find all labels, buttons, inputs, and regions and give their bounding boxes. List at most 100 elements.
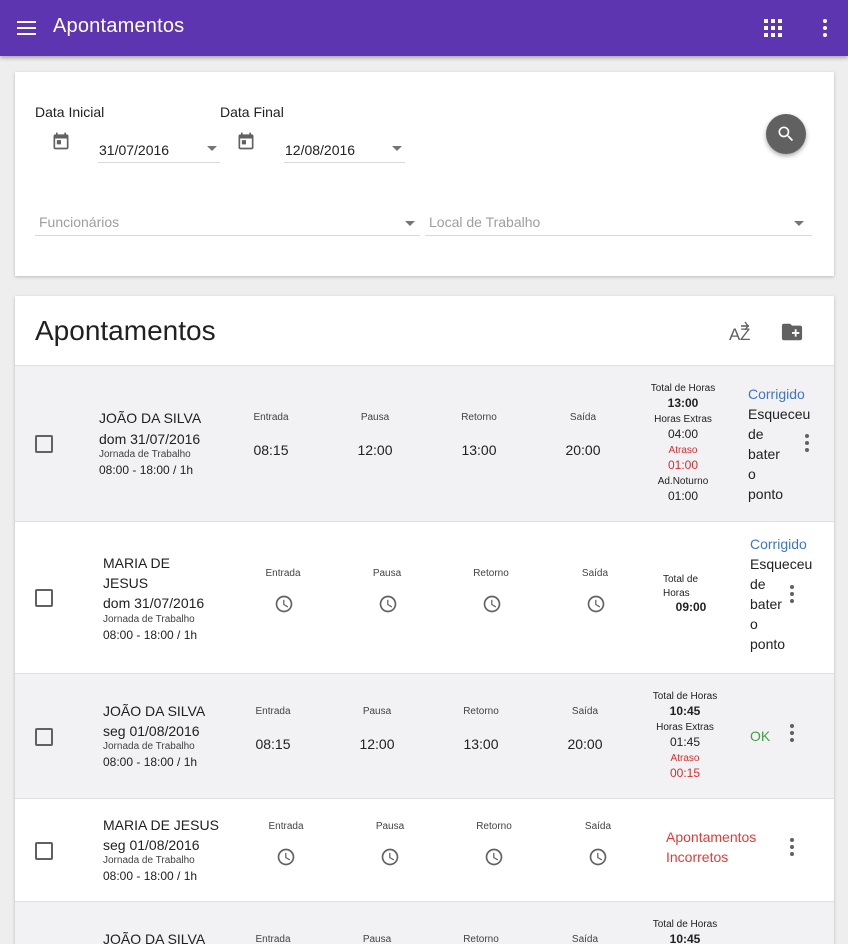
- sort-az-icon[interactable]: A Z: [728, 320, 754, 344]
- filter-card: Data Inicial 31/07/2016 Data Final 12/08…: [15, 72, 834, 276]
- status-corrected: Corrigido: [748, 386, 805, 402]
- workplace-placeholder: Local de Trabalho: [429, 214, 541, 230]
- time-entrada: 08:15: [253, 442, 289, 458]
- col-pausa: Pausa: [362, 934, 392, 944]
- table-row[interactable]: MARIA DE JESUS dom 31/07/2016 Jornada de…: [15, 522, 834, 674]
- row-menu-icon[interactable]: [801, 433, 813, 453]
- col-saida: Saída: [581, 568, 609, 579]
- app-bar: Apontamentos: [0, 0, 848, 56]
- row-menu-icon[interactable]: [786, 723, 798, 743]
- total-hours-value: 13:00: [667, 396, 699, 410]
- record-date: dom 31/07/2016: [103, 595, 205, 611]
- delay-label: Atraso: [668, 445, 698, 456]
- calendar-icon[interactable]: [51, 131, 71, 151]
- status-error: Apontamentos Incorretos: [666, 829, 757, 865]
- app-title: Apontamentos: [53, 15, 185, 37]
- col-entrada: Entrada: [255, 706, 291, 717]
- create-new-folder-icon[interactable]: [781, 322, 803, 342]
- schedule-value: 08:00 - 18:00 / 1h: [103, 869, 198, 883]
- col-pausa: Pausa: [360, 412, 390, 423]
- clock-icon[interactable]: [588, 847, 608, 867]
- overtime-value: 01:45: [669, 735, 701, 749]
- table-row[interactable]: JOÃO DA SILVA seg 01/08/2016 Jornada de …: [15, 674, 834, 799]
- table-row[interactable]: MARIA DE JESUS seg 01/08/2016 Jornada de…: [15, 799, 834, 902]
- col-saida: Saída: [569, 412, 597, 423]
- status-ok: OK: [750, 728, 771, 744]
- delay-value: 00:15: [669, 766, 701, 780]
- schedule-value: 08:00 - 18:00 / 1h: [103, 628, 198, 642]
- delay-label: Atraso: [670, 753, 700, 764]
- employees-select[interactable]: Funcionários: [35, 208, 420, 236]
- total-hours-value: 10:45: [669, 704, 701, 718]
- record-date: seg 01/08/2016: [103, 837, 200, 853]
- dropdown-arrow-icon: [392, 146, 402, 151]
- schedule-value: 08:00 - 18:00 / 1h: [103, 755, 198, 769]
- search-button[interactable]: [766, 114, 806, 154]
- table-row[interactable]: JOÃO DA SILVA Entrada Pausa Retorno Saíd…: [15, 902, 834, 944]
- total-hours-label: Total de Horas: [652, 691, 718, 702]
- time-pausa: 12:00: [359, 736, 395, 752]
- row-checkbox[interactable]: [35, 842, 53, 860]
- row-checkbox[interactable]: [35, 728, 53, 746]
- apps-grid-icon[interactable]: [763, 18, 783, 38]
- col-pausa: Pausa: [372, 568, 402, 579]
- clock-icon[interactable]: [380, 847, 400, 867]
- row-menu-icon[interactable]: [786, 837, 798, 857]
- end-date-field[interactable]: 12/08/2016: [284, 137, 405, 163]
- status-note: Esqueceu de bater o ponto: [750, 556, 813, 652]
- time-entrada: 08:15: [255, 736, 291, 752]
- total-hours-value: 10:45: [669, 932, 701, 944]
- col-entrada: Entrada: [253, 412, 289, 423]
- more-vert-icon[interactable]: [817, 17, 833, 39]
- night-bonus-label: Ad.Noturno: [657, 476, 709, 487]
- col-entrada: Entrada: [268, 821, 304, 832]
- workplace-select[interactable]: Local de Trabalho: [425, 208, 812, 236]
- schedule-label: Jornada de Trabalho: [103, 855, 195, 866]
- total-hours-label: Total de Horas: [650, 383, 716, 394]
- delay-value: 01:00: [667, 458, 699, 472]
- time-saida: 20:00: [567, 736, 603, 752]
- row-menu-icon[interactable]: [786, 584, 798, 604]
- col-entrada: Entrada: [265, 568, 301, 579]
- employee-name: MARIA DE JESUS: [103, 817, 219, 833]
- schedule-label: Jornada de Trabalho: [99, 449, 191, 460]
- records-card: Apontamentos A Z JOÃO DA SILVA dom 31/07…: [15, 296, 834, 944]
- time-saida: 20:00: [565, 442, 601, 458]
- clock-icon[interactable]: [484, 847, 504, 867]
- menu-icon[interactable]: [16, 16, 38, 40]
- employee-name: JOÃO DA SILVA: [103, 703, 206, 719]
- clock-icon[interactable]: [378, 594, 398, 614]
- col-pausa: Pausa: [375, 821, 405, 832]
- col-retorno: Retorno: [463, 706, 499, 717]
- employee-name: JOÃO DA SILVA: [99, 410, 202, 426]
- col-saida: Saída: [571, 934, 599, 944]
- end-date-label: Data Final: [220, 104, 284, 120]
- clock-icon[interactable]: [276, 847, 296, 867]
- total-hours-label: Total de Horas: [652, 919, 718, 930]
- dropdown-arrow-icon: [405, 221, 415, 226]
- start-date-value: 31/07/2016: [99, 142, 170, 158]
- table-row[interactable]: JOÃO DA SILVA dom 31/07/2016 Jornada de …: [15, 366, 834, 522]
- start-date-field[interactable]: 31/07/2016: [98, 137, 220, 163]
- time-retorno: 13:00: [461, 442, 497, 458]
- employee-name: JOÃO DA SILVA: [103, 931, 206, 944]
- clock-icon[interactable]: [586, 594, 606, 614]
- row-checkbox[interactable]: [35, 435, 53, 453]
- schedule-label: Jornada de Trabalho: [103, 741, 195, 752]
- record-date: dom 31/07/2016: [99, 431, 201, 447]
- time-pausa: 12:00: [357, 442, 393, 458]
- col-retorno: Retorno: [463, 934, 499, 944]
- row-checkbox[interactable]: [35, 589, 53, 607]
- dropdown-arrow-icon: [207, 146, 217, 151]
- clock-icon[interactable]: [274, 594, 294, 614]
- start-date-label: Data Inicial: [35, 104, 105, 120]
- overtime-value: 04:00: [667, 427, 699, 441]
- status-note: Esqueceu de bater o ponto: [748, 406, 811, 502]
- search-icon: [778, 126, 794, 142]
- calendar-icon[interactable]: [236, 131, 256, 151]
- total-hours-value: 09:00: [675, 600, 707, 614]
- clock-icon[interactable]: [482, 594, 502, 614]
- col-pausa: Pausa: [362, 706, 392, 717]
- col-entrada: Entrada: [255, 934, 291, 944]
- col-saida: Saída: [584, 821, 612, 832]
